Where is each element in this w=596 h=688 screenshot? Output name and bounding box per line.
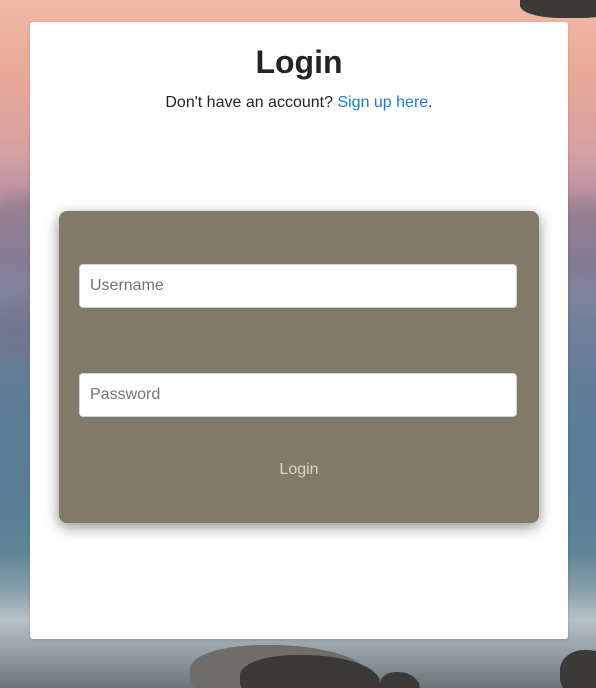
signup-link[interactable]: Sign up here	[337, 94, 428, 111]
login-button[interactable]: Login	[259, 455, 339, 485]
rock	[520, 0, 596, 18]
password-input[interactable]	[79, 373, 517, 417]
rock	[560, 650, 596, 688]
login-form: Login	[59, 211, 539, 523]
page-title: Login	[255, 44, 343, 80]
signup-suffix: .	[428, 94, 433, 111]
signup-prompt: Don't have an account? Sign up here.	[30, 94, 568, 112]
signup-prompt-text: Don't have an account?	[165, 94, 338, 111]
rock	[380, 672, 420, 688]
rock	[240, 655, 380, 688]
login-card: Login Don't have an account? Sign up her…	[30, 22, 568, 639]
username-input[interactable]	[79, 264, 517, 308]
